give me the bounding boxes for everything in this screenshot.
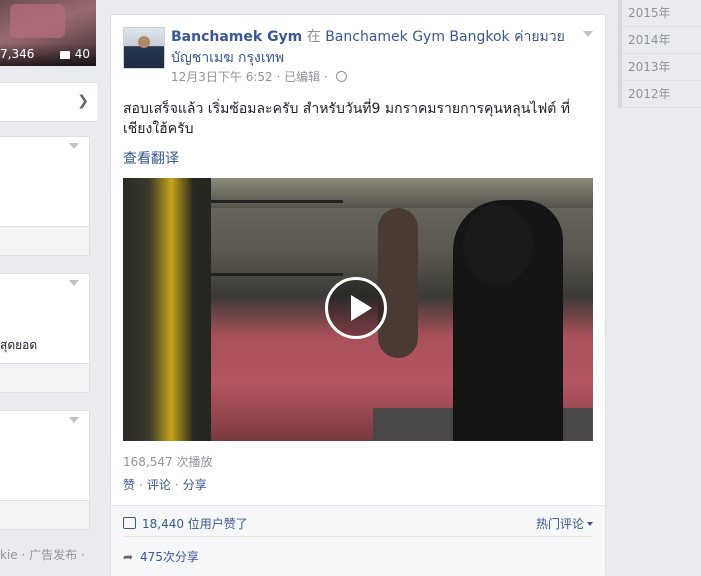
- meta-separator: ·: [276, 70, 285, 84]
- thumbnail-stats: 7,346 40: [0, 44, 96, 66]
- left-column: 7,346 40 ❯ สุดยอด kie · 广告发布 ·: [0, 0, 97, 569]
- video-player[interactable]: [123, 178, 593, 441]
- post-menu-caret-icon[interactable]: [583, 31, 593, 37]
- video-thumbnail[interactable]: 7,346 40: [0, 0, 96, 66]
- video-scene-person: [453, 200, 563, 441]
- meta-separator: ·: [323, 70, 328, 84]
- card-menu-caret-icon[interactable]: [69, 417, 79, 423]
- play-icon[interactable]: [325, 277, 387, 339]
- left-card-3: [0, 410, 90, 530]
- post-timestamp[interactable]: 12月3日下午 6:52: [171, 70, 273, 84]
- feed-post: Banchamek Gym 在 Banchamek Gym Bangkok ค่…: [110, 14, 606, 576]
- chevron-right-icon: ❯: [77, 93, 89, 109]
- thumbnail-comment-count: 40: [59, 43, 90, 65]
- like-count[interactable]: 18,440 位用户赞了: [142, 517, 248, 531]
- post-header: Banchamek Gym 在 Banchamek Gym Bangkok ค่…: [171, 27, 571, 69]
- in-word: 在: [306, 29, 321, 45]
- year-link-2012[interactable]: 2012年: [622, 81, 701, 108]
- year-timeline: 2015年 2014年 2013年 2012年: [618, 0, 701, 108]
- share-arrow-icon: ➦: [123, 550, 134, 564]
- thumbs-up-icon: [123, 517, 136, 529]
- like-action[interactable]: 赞: [123, 478, 135, 492]
- globe-icon[interactable]: [335, 71, 347, 82]
- comment-action[interactable]: 评论: [147, 478, 171, 492]
- year-link-2013[interactable]: 2013年: [622, 54, 701, 81]
- thumbnail-comment-count-value: 40: [74, 47, 90, 61]
- post-meta: 12月3日下午 6:52 · 已编辑 ·: [171, 68, 347, 85]
- avatar-face: [138, 36, 150, 48]
- left-card-1: [0, 136, 90, 256]
- dropdown-arrow-icon: [587, 522, 593, 526]
- card-text: สุดยอด: [0, 338, 38, 352]
- post-actions: 赞 · 评论 · 分享: [123, 476, 207, 493]
- page-avatar[interactable]: [123, 27, 165, 69]
- share-summary[interactable]: ➦ 475次分享: [123, 548, 199, 565]
- left-nav-row[interactable]: ❯: [0, 82, 97, 122]
- card-menu-caret-icon[interactable]: [69, 280, 79, 286]
- share-count[interactable]: 475次分享: [140, 550, 199, 564]
- share-action[interactable]: 分享: [183, 478, 207, 492]
- see-translation-link[interactable]: 查看翻译: [123, 148, 179, 168]
- action-separator: ·: [139, 478, 143, 492]
- video-scene-person: [378, 208, 418, 358]
- divider: [123, 536, 593, 537]
- comment-icon: [59, 50, 70, 59]
- year-link-2014[interactable]: 2014年: [622, 27, 701, 54]
- play-count: 168,547 次播放: [123, 455, 213, 469]
- page-name-link[interactable]: Banchamek Gym: [171, 29, 302, 45]
- like-summary[interactable]: 18,440 位用户赞了: [123, 515, 248, 532]
- card-footer: [0, 500, 89, 529]
- post-message: สอบเสร็จแล้ว เริ่มซ้อมละครับ สำหรับวันที…: [123, 101, 571, 137]
- comment-order-label: 热门评论: [535, 517, 584, 531]
- video-scene-head: [463, 205, 533, 285]
- thumbnail-image: [10, 4, 65, 38]
- card-footer: [0, 226, 89, 255]
- card-menu-caret-icon[interactable]: [69, 143, 79, 149]
- comment-order-dropdown[interactable]: 热门评论: [536, 515, 593, 532]
- video-scene-bag: [123, 178, 211, 441]
- edited-label[interactable]: 已编辑: [284, 70, 320, 84]
- year-link-2015[interactable]: 2015年: [622, 0, 701, 27]
- left-card-2: สุดยอด: [0, 273, 90, 393]
- card-footer: [0, 363, 89, 392]
- footer-links[interactable]: kie · 广告发布 ·: [0, 546, 85, 563]
- action-separator: ·: [174, 478, 179, 492]
- thumbnail-view-count: 7,346: [0, 47, 35, 61]
- feedback-bar: 18,440 位用户赞了 热门评论 ➦ 475次分享: [111, 505, 605, 576]
